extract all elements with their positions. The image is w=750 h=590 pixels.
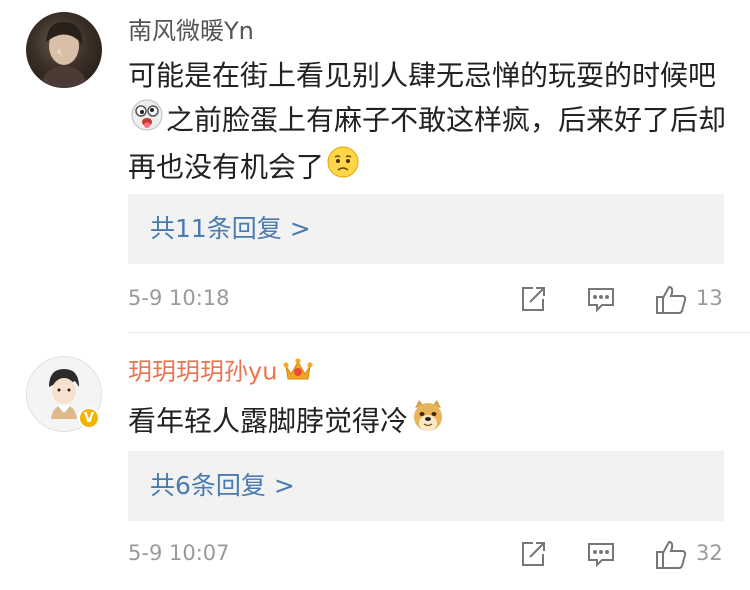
like-icon[interactable] [654,539,688,575]
share-icon[interactable] [518,539,548,573]
crown-badge-icon[interactable] [283,356,313,389]
comment-text-part: 看年轻人露脚脖觉得冷 [128,404,409,438]
comment-text-part: 之前脸蛋上有麻子不敢这样疯，后来好了后却再也没有机会了 [128,103,727,184]
comment-meta: 5-9 10:07 32 [128,535,724,575]
avatar[interactable] [26,12,102,88]
replies-box[interactable]: 共6条回复 > [128,451,724,521]
comment-meta: 5-9 10:18 13 [128,280,724,320]
comment-item: 南风微暖Yn 可能是在街上看见别人肆无忌惮的玩耍的时候吧 之前脸蛋上有麻子不敢这… [0,0,750,332]
comment-icon[interactable] [586,539,616,573]
comment-text: 可能是在街上看见别人肆无忌惮的玩耍的时候吧 之前脸蛋上有麻子不敢这样疯，后来好了… [128,54,728,192]
comment-item: V 玥玥玥玥孙yu 看年轻人露脚脖觉得冷 共6条回复 > 5-9 10:07 3… [0,333,750,590]
comment-text: 看年轻人露脚脖觉得冷 [128,398,728,447]
timestamp: 5-9 10:07 [128,541,230,565]
sad-face-emoji [326,145,360,192]
view-replies-link[interactable]: 共6条回复 > [150,451,295,521]
timestamp: 5-9 10:18 [128,286,230,310]
doge-emoji [410,398,446,447]
share-icon[interactable] [518,284,548,318]
like-count: 13 [696,286,723,310]
username-row: 玥玥玥玥孙yu [128,356,313,389]
verified-badge-icon: V [78,407,100,429]
view-replies-link[interactable]: 共11条回复 > [150,194,311,264]
like-icon[interactable] [654,284,688,320]
username[interactable]: 南风微暖Yn [128,16,254,46]
comment-text-part: 可能是在街上看见别人肆无忌惮的玩耍的时候吧 [128,59,717,92]
like-count: 32 [696,541,723,565]
username[interactable]: 玥玥玥玥孙yu [128,358,277,386]
crazy-face-emoji [130,98,164,145]
comment-icon[interactable] [586,284,616,318]
replies-box[interactable]: 共11条回复 > [128,194,724,264]
